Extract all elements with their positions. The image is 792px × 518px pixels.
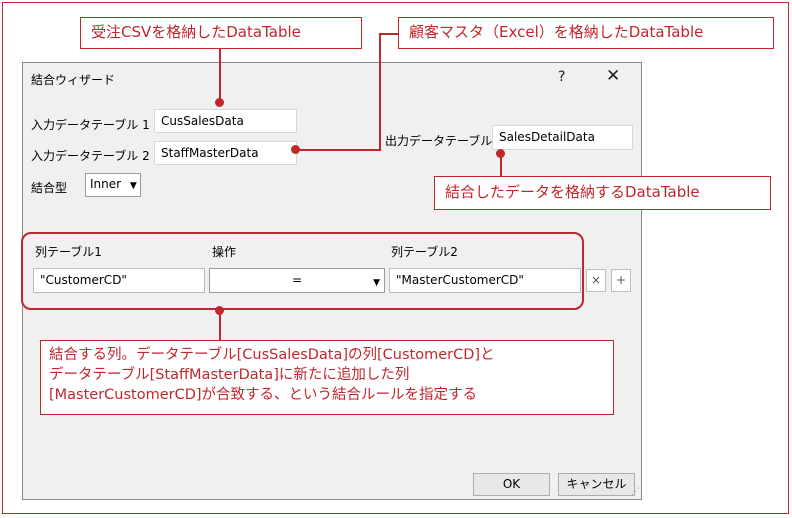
remove-row-button[interactable]: × (586, 269, 606, 292)
join-type-value: Inner (90, 177, 122, 191)
dialog-title: 結合ウィザード (31, 73, 116, 87)
output-table-field[interactable]: SalesDetailData (492, 125, 633, 150)
connector-dot (496, 149, 505, 158)
output-table-label: 出力データテーブル (385, 134, 493, 148)
callout-output-table: 結合したデータを格納するDataTable (434, 176, 771, 210)
input-table-2-label: 入力データテーブル 2 (31, 149, 150, 163)
connector-line (296, 149, 381, 151)
input-table-2-field[interactable]: StaffMasterData (154, 141, 297, 165)
close-icon: × (590, 273, 602, 287)
connector-dot (215, 306, 224, 315)
ok-button[interactable]: OK (473, 473, 550, 496)
input-table-1-field[interactable]: CusSalesData (154, 109, 297, 133)
note-line: データテーブル[StaffMasterData]に新たに追加した列 (49, 367, 410, 383)
note-line: [MasterCustomerCD]が合致する、という結合ルールを指定する (49, 387, 478, 403)
connector-line (219, 49, 221, 102)
input-table-1-label: 入力データテーブル 1 (31, 118, 150, 132)
help-icon[interactable]: ? (558, 69, 565, 85)
note-line: 結合する列。データテーブル[CusSalesData]の列[CustomerCD… (49, 347, 495, 363)
callout-input-table-1: 受注CSVを格納したDataTable (80, 17, 362, 49)
close-icon[interactable]: ✕ (606, 66, 620, 86)
join-type-label: 結合型 (31, 181, 68, 195)
join-rule-note: 結合する列。データテーブル[CusSalesData]の列[CustomerCD… (40, 340, 614, 415)
column-mapping-highlight (21, 232, 584, 310)
connector-dot (215, 98, 224, 107)
title-bar: 結合ウィザード ? ✕ (23, 63, 641, 95)
plus-icon: + (615, 273, 627, 287)
add-row-button[interactable]: + (611, 269, 631, 292)
cancel-button[interactable]: キャンセル (558, 473, 635, 496)
connector-dot (291, 145, 300, 154)
connector-line (379, 33, 381, 151)
join-type-select[interactable]: Inner ▼ (85, 173, 141, 197)
resize-grip-icon[interactable]: ⋰ (631, 487, 640, 497)
callout-input-table-2: 顧客マスタ（Excel）を格納したDataTable (398, 17, 774, 49)
connector-line (380, 33, 398, 35)
chevron-down-icon: ▼ (129, 181, 137, 191)
